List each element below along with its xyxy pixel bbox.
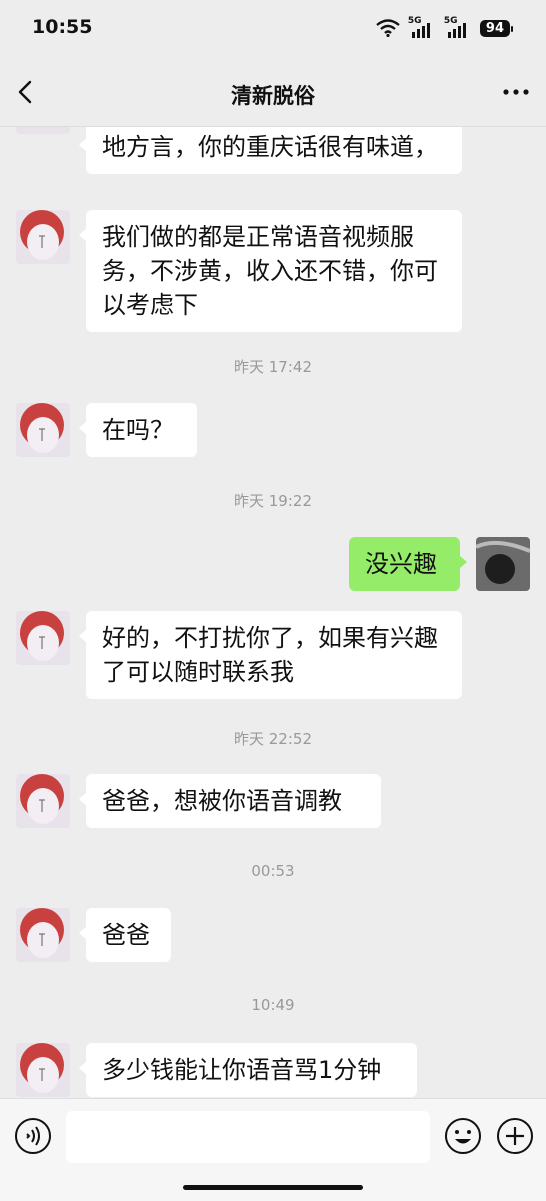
more-options-icon[interactable] — [502, 82, 530, 102]
emoji-icon[interactable] — [444, 1117, 482, 1155]
message-list[interactable]: 地方言，你的重庆话很有味道， 我们做的都是正常语音视频服务，不涉黄，收入还不错，… — [0, 126, 546, 1098]
contact-avatar[interactable] — [16, 611, 70, 665]
user-avatar[interactable] — [476, 537, 530, 591]
sent-message-bubble[interactable]: 没兴趣 — [349, 537, 467, 591]
chat-input-bar — [0, 1098, 546, 1201]
contact-avatar[interactable] — [16, 774, 70, 828]
contact-avatar[interactable] — [16, 210, 70, 264]
received-message-bubble[interactable]: 地方言，你的重庆话很有味道， — [79, 126, 462, 174]
status-bar: 10:55 5G 5G 94 — [0, 0, 546, 60]
wifi-icon — [376, 19, 400, 37]
message-timestamp: 昨天 22:52 — [234, 730, 312, 748]
battery-indicator: 94 — [479, 19, 514, 37]
received-message-bubble[interactable]: 我们做的都是正常语音视频服务，不涉黄，收入还不错，你可以考虑下 — [79, 210, 462, 332]
message-timestamp: 00:53 — [251, 862, 295, 880]
message-timestamp: 昨天 19:22 — [234, 492, 312, 510]
contact-avatar[interactable] — [16, 908, 70, 962]
message-timestamp: 10:49 — [251, 996, 295, 1014]
contact-avatar[interactable] — [16, 126, 70, 134]
chat-header: 清新脱俗 — [0, 60, 546, 127]
status-icons: 5G 5G 94 — [376, 16, 514, 38]
contact-avatar[interactable] — [16, 403, 70, 457]
cellular-signal-icon-2: 5G — [444, 16, 472, 38]
status-time: 10:55 — [32, 16, 93, 38]
cellular-signal-icon: 5G — [408, 16, 436, 38]
voice-input-icon[interactable] — [14, 1117, 52, 1155]
chat-title: 清新脱俗 — [231, 84, 315, 108]
received-message-bubble[interactable]: 好的，不打扰你了，如果有兴趣了可以随时联系我 — [79, 611, 462, 699]
received-message-bubble[interactable]: 多少钱能让你语音骂1分钟 — [79, 1043, 417, 1097]
home-indicator[interactable] — [183, 1185, 363, 1190]
received-message-bubble[interactable]: 在吗？ — [79, 403, 197, 457]
message-timestamp: 昨天 17:42 — [234, 358, 312, 376]
received-message-bubble[interactable]: 爸爸，想被你语音调教 — [79, 774, 381, 828]
add-attachment-icon[interactable] — [496, 1117, 534, 1155]
contact-avatar[interactable] — [16, 1043, 70, 1097]
received-message-bubble[interactable]: 爸爸 — [79, 908, 171, 962]
message-input[interactable] — [66, 1111, 430, 1163]
